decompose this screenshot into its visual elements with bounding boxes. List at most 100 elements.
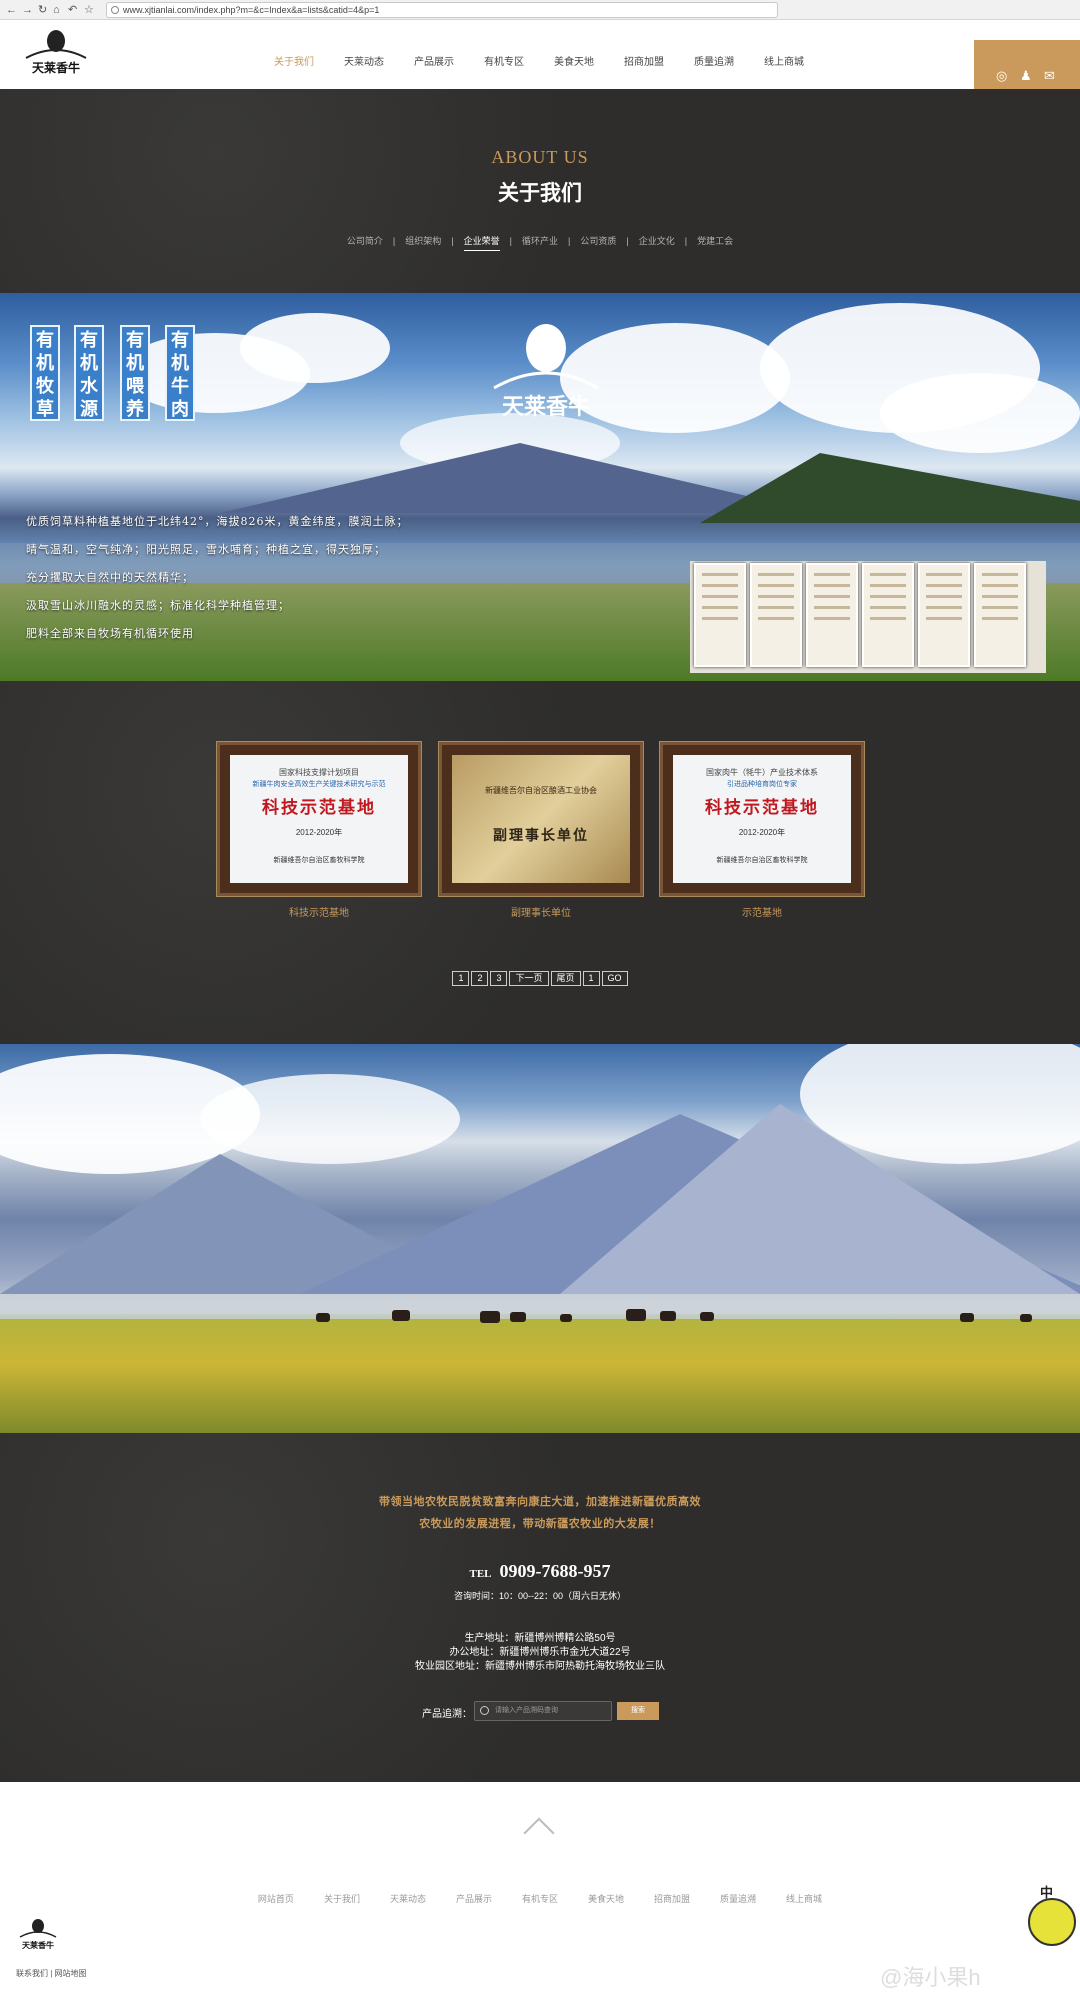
tag-organic-grass: 有机牧草	[30, 325, 60, 421]
search-button[interactable]: 搜索	[617, 1702, 659, 1720]
banner-line-2: 晴气温和，空气纯净；阳光照足，雪水哺育；种植之宜，得天独厚；	[26, 543, 386, 556]
site-logo[interactable]: 天莱香牛	[20, 28, 92, 82]
footer-nav-item[interactable]: 质量追溯	[720, 1894, 756, 1904]
page-button[interactable]: 1	[452, 971, 470, 986]
subnav-item[interactable]: 循环产业	[522, 234, 558, 247]
qq-icon[interactable]: ♟	[1020, 68, 1032, 84]
subnav-item[interactable]: 党建工会	[697, 234, 733, 247]
page-button[interactable]: 3	[490, 971, 508, 986]
footer-nav-item[interactable]: 关于我们	[324, 1894, 360, 1904]
organic-banner: 有机牧草 有机水源 有机喂养 有机牛肉 天莱香牛 优质饲草料种植基地位于北纬42…	[0, 293, 1080, 681]
browser-bar: ← → ↻ ⌂ ↶ ☆ www.xjtianlai.com/index.php?…	[0, 0, 1080, 20]
back-icon[interactable]: ←	[6, 3, 17, 17]
subnav-separator: |	[451, 236, 454, 246]
about-section: ABOUT US 关于我们 公司简介 | 组织架构 | 企业荣誉 | 循环产业 | 公司资质 | 企…	[0, 89, 1080, 293]
footer-links[interactable]: 联系我们 | 网站地图	[16, 1968, 87, 1979]
address-bar[interactable]: www.xjtianlai.com/index.php?m=&c=Index&a…	[106, 2, 778, 18]
page-button[interactable]: 2	[471, 971, 489, 986]
about-title-en: ABOUT US	[491, 147, 589, 167]
footer-nav-item[interactable]: 线上商城	[786, 1894, 822, 1904]
footer-nav: 网站首页 关于我们 天莱动态 产品展示 有机专区 美食天地 招商加盟 质量追溯 线上商城	[0, 1892, 1080, 1905]
menu-item[interactable]: 天莱动态	[344, 53, 384, 68]
business-hours: 咨询时间：10：00--22：00（周六日无休）	[453, 1591, 627, 1601]
subnav-item[interactable]: 组织架构	[405, 234, 441, 247]
menu-item[interactable]: 美食天地	[554, 53, 594, 68]
about-subnav: 公司简介 | 组织架构 | 企业荣誉 | 循环产业 | 公司资质 | 企业文化 | 党建工会	[0, 234, 1080, 251]
menu-item[interactable]: 招商加盟	[624, 53, 664, 68]
menu-item[interactable]: 产品展示	[414, 53, 454, 68]
logo-text: 天莱香牛	[32, 60, 80, 75]
url-text: www.xjtianlai.com/index.php?m=&c=Index&a…	[123, 5, 380, 15]
subnav-item[interactable]: 企业荣誉	[463, 234, 500, 251]
honors-section: 国家科技支撑计划项目 新疆牛肉安全高效生产关键技术研究与示范 科技示范基地 20…	[0, 681, 1080, 1044]
subnav-separator: |	[392, 236, 396, 246]
banner-line-1: 优质饲草料种植基地位于北纬42°，海拔826米，黄金纬度，膜润土脉；	[26, 515, 409, 528]
trace-search: 产品追溯： 请输入产品溯码查询 搜索	[422, 1701, 672, 1721]
tag-organic-beef: 有机牛肉	[165, 325, 195, 421]
ranch-address: 牧业园区地址：新疆博州博乐市阿热勒托海牧场牧业三队	[415, 1661, 665, 1672]
tag-organic-feeding: 有机喂养	[120, 325, 150, 421]
pasture-banner	[0, 1044, 1080, 1433]
wechat-icon[interactable]: ✉	[1044, 68, 1055, 84]
trace-label: 产品追溯：	[422, 1709, 472, 1720]
weibo-icon[interactable]: ◎	[996, 68, 1007, 84]
banner-line-4: 汲取雪山冰川融水的灵感；标准化科学种植管理；	[26, 599, 290, 612]
home-icon[interactable]: ⌂	[53, 3, 60, 17]
banner-brand-logo: 天莱香牛	[493, 324, 599, 420]
honor-caption-3[interactable]: 示范基地	[660, 904, 864, 919]
footer-nav-item[interactable]: 网站首页	[258, 1894, 294, 1904]
page-button[interactable]: 1	[582, 971, 600, 986]
site-header: 天莱香牛 关于我们 天莱动态 产品展示 有机专区 美食天地 招商加盟 质量追溯 线上商城 ◎ …	[0, 20, 1080, 109]
menu-item[interactable]: 有机专区	[484, 53, 524, 68]
certificate	[694, 563, 746, 667]
footer-logo[interactable]: 天莱香牛	[16, 1918, 60, 1952]
mascot-icon[interactable]	[1028, 1898, 1076, 1946]
reload-icon[interactable]: ↻	[38, 3, 47, 17]
banner-line-5: 肥料全部来自牧场有机循环使用	[26, 627, 194, 640]
certificate	[750, 563, 802, 667]
svg-text:天莱香牛: 天莱香牛	[502, 394, 590, 420]
bottom-bar: 网站首页 关于我们 天莱动态 产品展示 有机专区 美食天地 招商加盟 质量追溯 线上商城 天莱香…	[0, 1782, 1080, 1996]
footer-nav-item[interactable]: 产品展示	[456, 1894, 492, 1904]
honor-caption-2[interactable]: 副理事长单位	[439, 904, 643, 919]
production-address: 生产地址：新疆博州博精公路50号	[464, 1633, 616, 1644]
menu-item[interactable]: 关于我们	[274, 53, 314, 68]
honor-plaque-3[interactable]: 国家肉牛（牦牛）产业技术体系 引进品种培育岗位专家 科技示范基地 2012-20…	[660, 742, 864, 896]
page-button[interactable]: 下一页	[509, 971, 549, 986]
subnav-item[interactable]: 公司资质	[580, 234, 616, 247]
star-icon[interactable]: ☆	[84, 3, 94, 17]
page-button[interactable]: GO	[601, 971, 628, 986]
phone[interactable]: TEL 0909-7688-957	[0, 1561, 1080, 1582]
contact-section: 带领当地农牧民脱贫致富奔向康庄大道，加速推进新疆优质高效 农牧业的发展进程，带动…	[0, 1433, 1080, 1782]
forward-icon[interactable]: →	[22, 3, 33, 17]
footer-nav-item[interactable]: 招商加盟	[654, 1894, 690, 1904]
footer-nav-item[interactable]: 有机专区	[522, 1894, 558, 1904]
subnav-separator: |	[568, 236, 571, 246]
footer-nav-item[interactable]: 美食天地	[588, 1894, 624, 1904]
honor-plaque-1[interactable]: 国家科技支撑计划项目 新疆牛肉安全高效生产关键技术研究与示范 科技示范基地 20…	[217, 742, 421, 896]
back-to-top-icon[interactable]	[523, 1817, 555, 1849]
page-info-icon	[111, 6, 119, 14]
slogan-line-2: 农牧业的发展进程，带动新疆农牧业的大发展！	[419, 1517, 661, 1530]
footer-nav-item[interactable]: 天莱动态	[390, 1894, 426, 1904]
certificate	[806, 563, 858, 667]
subnav-separator: |	[509, 236, 512, 246]
menu-item[interactable]: 线上商城	[764, 53, 804, 68]
page-button[interactable]: 尾页	[550, 971, 581, 986]
honor-caption-1[interactable]: 科技示范基地	[217, 904, 421, 919]
watermark: @海小果h	[880, 1965, 981, 1990]
banner-line-3: 充分攫取大自然中的天然精华；	[26, 571, 194, 584]
honor-plaque-2[interactable]: 新疆维吾尔自治区酿酒工业协会 副理事长单位	[439, 742, 643, 896]
search-icon	[480, 1706, 489, 1715]
slogan-line-1: 带领当地农牧民脱贫致富奔向康庄大道，加速推进新疆优质高效	[379, 1495, 701, 1508]
pagination: 1 2 3 下一页 尾页 1 GO	[0, 971, 1080, 986]
subnav-item[interactable]: 企业文化	[639, 234, 675, 247]
office-address: 办公地址：新疆博州博乐市金光大道22号	[449, 1647, 631, 1658]
subnav-item[interactable]: 公司简介	[347, 234, 383, 247]
trace-search-input[interactable]: 请输入产品溯码查询	[474, 1701, 612, 1721]
undo-icon[interactable]: ↶	[68, 3, 77, 17]
certificate	[862, 563, 914, 667]
about-title-cn: 关于我们	[498, 181, 582, 205]
menu-item[interactable]: 质量追溯	[694, 53, 734, 68]
svg-text:天莱香牛: 天莱香牛	[22, 1940, 54, 1950]
